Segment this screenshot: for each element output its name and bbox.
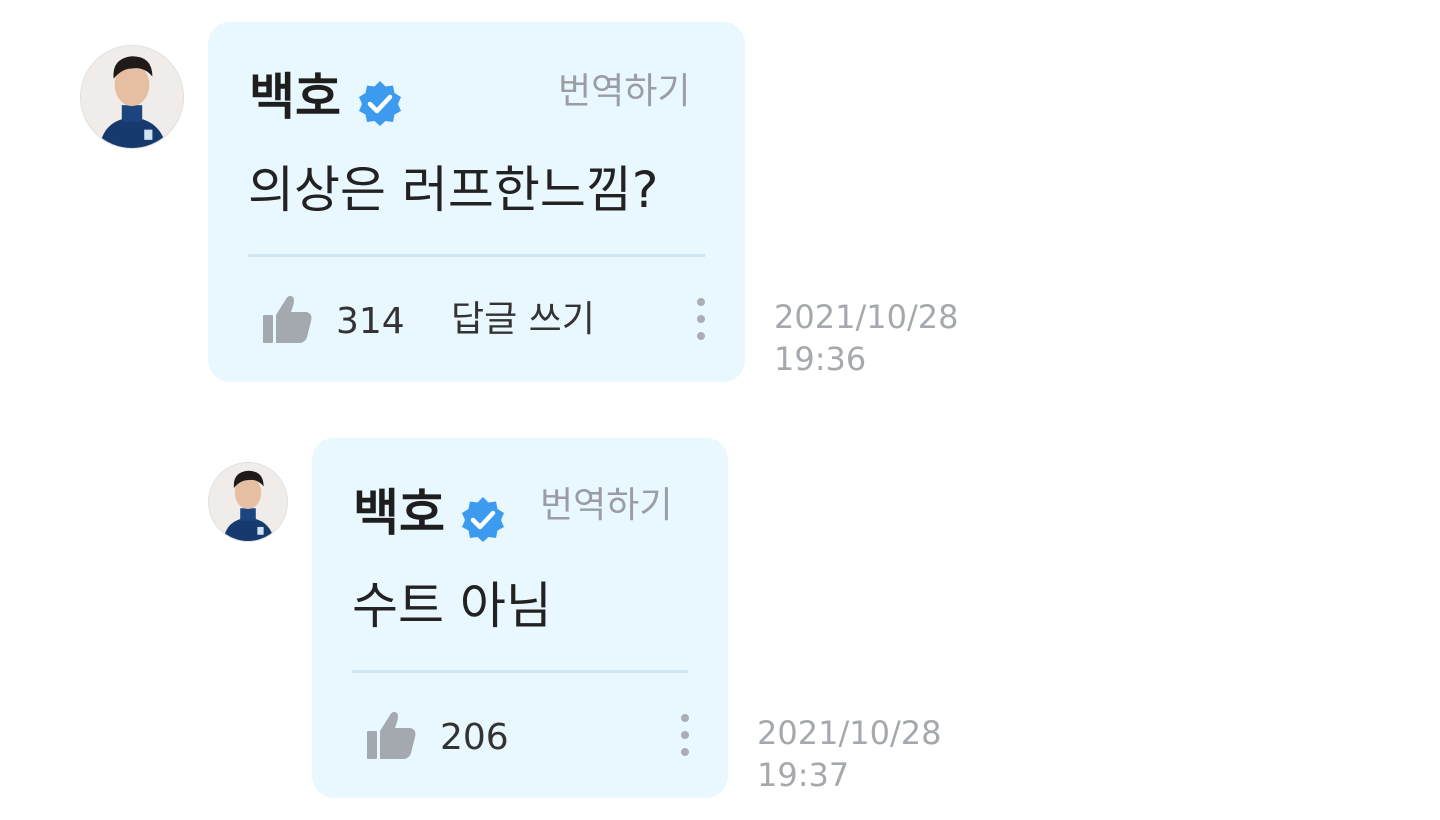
translate-button[interactable]: 번역하기 xyxy=(540,488,672,524)
comment-date: 2021/10/28 xyxy=(774,298,959,336)
avatar[interactable] xyxy=(80,45,184,149)
comment-bubble: 백호 번역하기 수트 아님 206 xyxy=(312,438,728,798)
avatar-photo xyxy=(81,46,183,148)
like-count: 206 xyxy=(440,717,509,758)
comment-text: 수트 아님 xyxy=(352,577,552,635)
thumbs-up-icon[interactable] xyxy=(366,709,418,761)
more-options-icon[interactable] xyxy=(678,712,690,762)
verified-badge-icon xyxy=(359,81,401,126)
divider xyxy=(248,254,705,257)
divider xyxy=(352,670,688,673)
comment-text: 의상은 러프한느낌? xyxy=(248,161,659,219)
comment-time: 19:37 xyxy=(757,756,850,794)
comment-timestamp: 2021/10/28 19:36 xyxy=(774,296,958,380)
verified-badge-icon xyxy=(462,497,504,542)
comment-timestamp: 2021/10/28 19:37 xyxy=(757,712,941,796)
comment-bubble: 백호 번역하기 의상은 러프한느낌? 314 답글 쓰기 xyxy=(208,22,745,382)
comment-author[interactable]: 백호 xyxy=(249,72,341,122)
comment-date: 2021/10/28 xyxy=(757,714,942,752)
thumbs-up-icon[interactable] xyxy=(262,293,314,345)
reply-button[interactable]: 답글 쓰기 xyxy=(451,302,595,338)
comment-thread: 백호 번역하기 의상은 러프한느낌? 314 답글 쓰기 2021/10/28 … xyxy=(0,0,1440,820)
comment-time: 19:36 xyxy=(774,340,867,378)
avatar[interactable] xyxy=(208,462,288,542)
more-options-icon[interactable] xyxy=(694,296,706,346)
comment-author[interactable]: 백호 xyxy=(353,488,445,538)
avatar-photo xyxy=(209,463,287,541)
translate-button[interactable]: 번역하기 xyxy=(558,74,690,110)
like-count: 314 xyxy=(336,301,405,342)
